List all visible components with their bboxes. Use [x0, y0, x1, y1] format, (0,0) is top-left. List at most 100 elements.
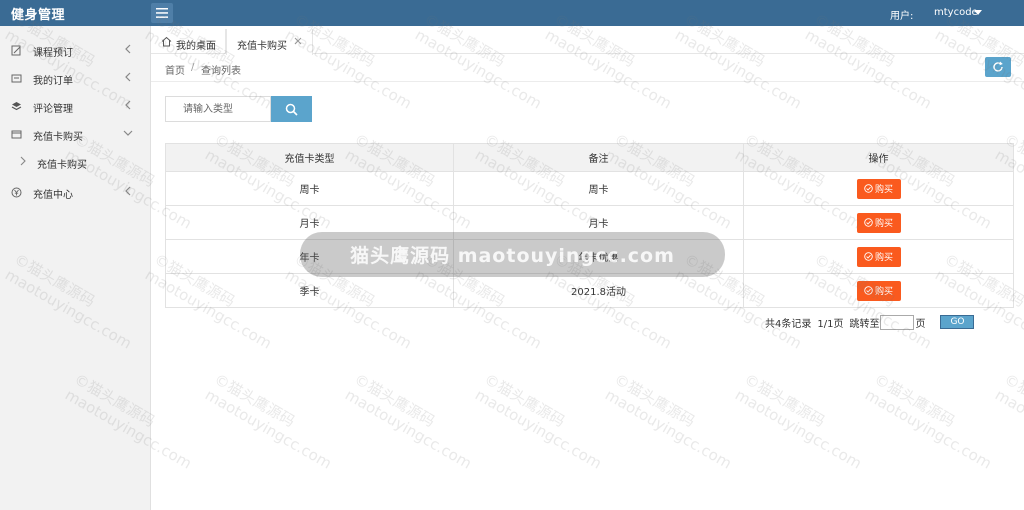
chevron-left-icon [125, 100, 131, 110]
action-cell: 购买 [743, 239, 1014, 274]
breadcrumb: 首页 / 查询列表 [151, 54, 1024, 82]
pager-total: 共4条记录 [765, 318, 812, 330]
sidebar-item-label: 课程预订 [33, 48, 73, 59]
search-button[interactable] [271, 96, 312, 122]
user-label: 用户: [890, 11, 914, 22]
pager-pages: 1/1页 [817, 318, 844, 330]
pager-page-unit: 页 [915, 318, 926, 330]
sidebar-item-label: 充值卡购买 [33, 132, 83, 143]
search-input[interactable] [165, 96, 271, 122]
watermark-text: ©猫头鹰源码maotouyingcc.com [992, 370, 1024, 473]
watermark-text: ©猫头鹰源码maotouyingcc.com [472, 370, 614, 473]
top-header: 健身管理 用户: mtycode [0, 0, 1024, 26]
note-cell: 2021.8活动 [453, 273, 744, 308]
check-circle-icon [864, 252, 873, 261]
breadcrumb-current: 查询列表 [201, 66, 241, 77]
table-row: 季卡 2021.8活动 购买 [165, 273, 1014, 308]
watermark-line: maotouyingcc.com [342, 385, 475, 473]
card-type-cell: 季卡 [165, 273, 454, 308]
action-cell: 购买 [743, 171, 1014, 206]
refresh-icon [993, 61, 1003, 72]
buy-button-label: 购买 [874, 185, 893, 195]
watermark-line: maotouyingcc.com [472, 385, 605, 473]
watermark-text: ©猫头鹰源码maotouyingcc.com [342, 370, 484, 473]
close-icon[interactable] [293, 36, 303, 46]
menu-toggle-button[interactable] [151, 3, 173, 23]
note-cell: 周卡 [453, 171, 744, 206]
pager-jump-label: 跳转至 [849, 318, 880, 330]
home-icon [161, 36, 172, 47]
sidebar-subitem-label: 充值卡购买 [37, 160, 87, 171]
buy-button-label: 购买 [874, 253, 893, 263]
watermark-line: ©猫头鹰源码 [481, 370, 568, 431]
tab-home[interactable]: 我的桌面 [151, 29, 226, 54]
sidebar-item-label: 评论管理 [33, 104, 73, 115]
card-type-cell: 年卡 [165, 239, 454, 274]
action-cell: 购买 [743, 205, 1014, 240]
check-circle-icon [864, 286, 873, 295]
sidebar-item-label: 充值中心 [33, 190, 73, 201]
watermark-line: maotouyingcc.com [862, 385, 995, 473]
sidebar-subitem-card-purchase[interactable]: 充值卡购买 [0, 148, 151, 176]
watermark-line: ©猫头鹰源码 [611, 370, 698, 431]
sidebar-item-course-booking[interactable]: 课程预订 [0, 36, 151, 64]
tab-label: 充值卡购买 [237, 41, 287, 52]
watermark-line: ©猫头鹰源码 [211, 370, 298, 431]
chevron-down-icon [123, 130, 133, 136]
table-row: 周卡 周卡 购买 [165, 171, 1014, 206]
go-button[interactable]: GO [940, 315, 975, 329]
search-icon [285, 103, 298, 116]
watermark-line: ©猫头鹰源码 [351, 370, 438, 431]
tab-label: 我的桌面 [176, 41, 216, 52]
watermark-text: ©猫头鹰源码maotouyingcc.com [862, 370, 1004, 473]
watermark-line: maotouyingcc.com [992, 385, 1024, 473]
breadcrumb-separator: / [191, 62, 195, 73]
watermark-line: ©猫头鹰源码 [741, 370, 828, 431]
buy-button[interactable]: 购买 [856, 212, 901, 233]
column-header: 操作 [743, 143, 1014, 172]
pagination: 共4条记录 1/1页 跳转至 页 GO [765, 314, 975, 330]
watermark-line: maotouyingcc.com [202, 385, 335, 473]
sidebar-item-label: 我的订单 [33, 76, 73, 87]
buy-button[interactable]: 购买 [856, 280, 901, 301]
app-title: 健身管理 [11, 8, 66, 23]
check-circle-icon [864, 218, 873, 227]
card-type-table: 充值卡类型 备注 操作 周卡 周卡 购买 月卡 月卡 购买 年卡 年卡优惠 购买… [165, 143, 1014, 308]
page-jump-input[interactable] [880, 314, 915, 330]
sidebar-item-card-purchase[interactable]: 充值卡购买 [0, 120, 151, 148]
chevron-left-icon [125, 44, 131, 54]
buy-button-label: 购买 [874, 287, 893, 297]
table-header-row: 充值卡类型 备注 操作 [165, 143, 1014, 172]
check-circle-icon [864, 184, 873, 193]
buy-button[interactable]: 购买 [856, 178, 901, 199]
card-icon [11, 130, 22, 139]
watermark-line: ©猫头鹰源码 [1001, 370, 1024, 431]
note-cell: 月卡 [453, 205, 744, 240]
sidebar-item-comment-management[interactable]: 评论管理 [0, 92, 151, 120]
refresh-button[interactable] [985, 57, 1011, 77]
caret-down-icon[interactable] [974, 10, 982, 15]
card-type-cell: 周卡 [165, 171, 454, 206]
user-menu[interactable]: mtycode [934, 7, 978, 18]
note-cell: 年卡优惠 [453, 239, 744, 274]
breadcrumb-home[interactable]: 首页 [165, 62, 185, 77]
chevron-left-icon [125, 186, 131, 196]
action-cell: 购买 [743, 273, 1014, 308]
tab-bar: 我的桌面 充值卡购买 [151, 26, 1024, 55]
table-row: 月卡 月卡 购买 [165, 205, 1014, 240]
chevron-right-icon [20, 156, 26, 166]
yen-icon [11, 187, 22, 198]
sidebar-item-recharge-center[interactable]: 充值中心 [0, 178, 151, 206]
hamburger-icon [156, 8, 168, 18]
tab-card-purchase[interactable]: 充值卡购买 [226, 29, 313, 55]
orders-icon [11, 74, 22, 83]
watermark-line: maotouyingcc.com [602, 385, 735, 473]
watermark-line: maotouyingcc.com [732, 385, 865, 473]
watermark-text: ©猫头鹰源码maotouyingcc.com [202, 370, 344, 473]
table-row: 年卡 年卡优惠 购买 [165, 239, 1014, 274]
chevron-left-icon [125, 72, 131, 82]
buy-button[interactable]: 购买 [856, 246, 901, 267]
sidebar-item-my-orders[interactable]: 我的订单 [0, 64, 151, 92]
column-header: 充值卡类型 [165, 143, 454, 172]
edit-icon [11, 45, 21, 56]
